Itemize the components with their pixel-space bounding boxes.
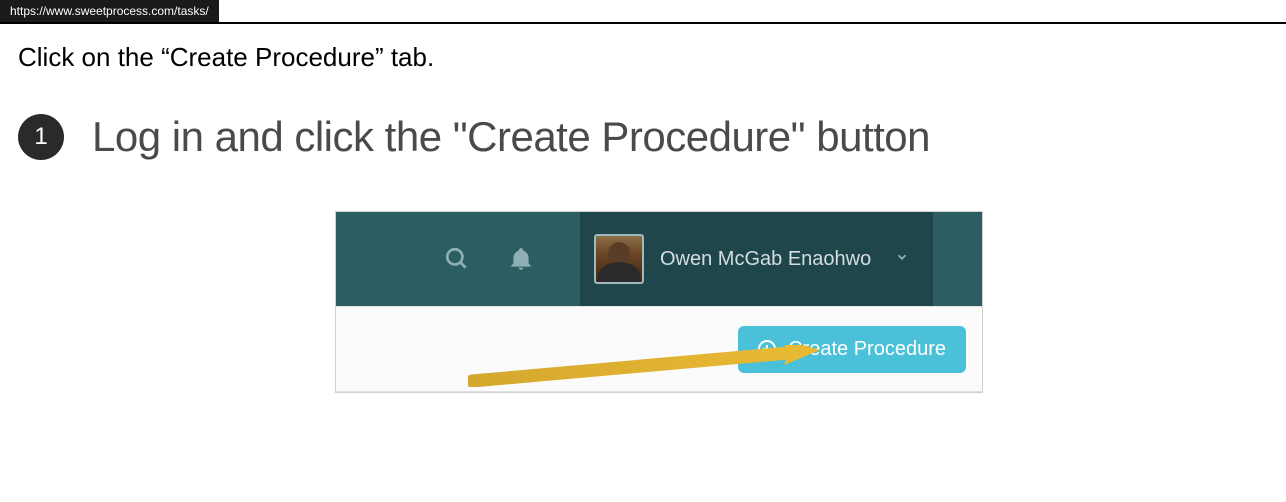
plus-icon — [758, 340, 776, 358]
app-screenshot: Owen McGab Enaohwo Create Procedure — [335, 211, 983, 393]
create-procedure-button[interactable]: Create Procedure — [738, 326, 966, 373]
search-icon[interactable] — [444, 246, 470, 272]
url-bar: https://www.sweetprocess.com/tasks/ — [0, 0, 219, 22]
create-procedure-label: Create Procedure — [788, 338, 946, 361]
chevron-down-icon — [895, 250, 909, 269]
app-header: Owen McGab Enaohwo — [336, 212, 982, 306]
action-bar: Create Procedure — [336, 306, 982, 392]
avatar — [594, 234, 644, 284]
bell-icon[interactable] — [508, 246, 534, 272]
header-left-icons — [336, 212, 534, 306]
user-menu[interactable]: Owen McGab Enaohwo — [580, 212, 933, 306]
step-number-badge: 1 — [18, 114, 64, 160]
user-name: Owen McGab Enaohwo — [660, 248, 871, 271]
step-title: Log in and click the "Create Procedure" … — [92, 113, 930, 161]
instruction-text: Click on the “Create Procedure” tab. — [18, 42, 1286, 73]
step-heading: 1 Log in and click the "Create Procedure… — [18, 113, 1286, 161]
divider — [0, 22, 1286, 24]
